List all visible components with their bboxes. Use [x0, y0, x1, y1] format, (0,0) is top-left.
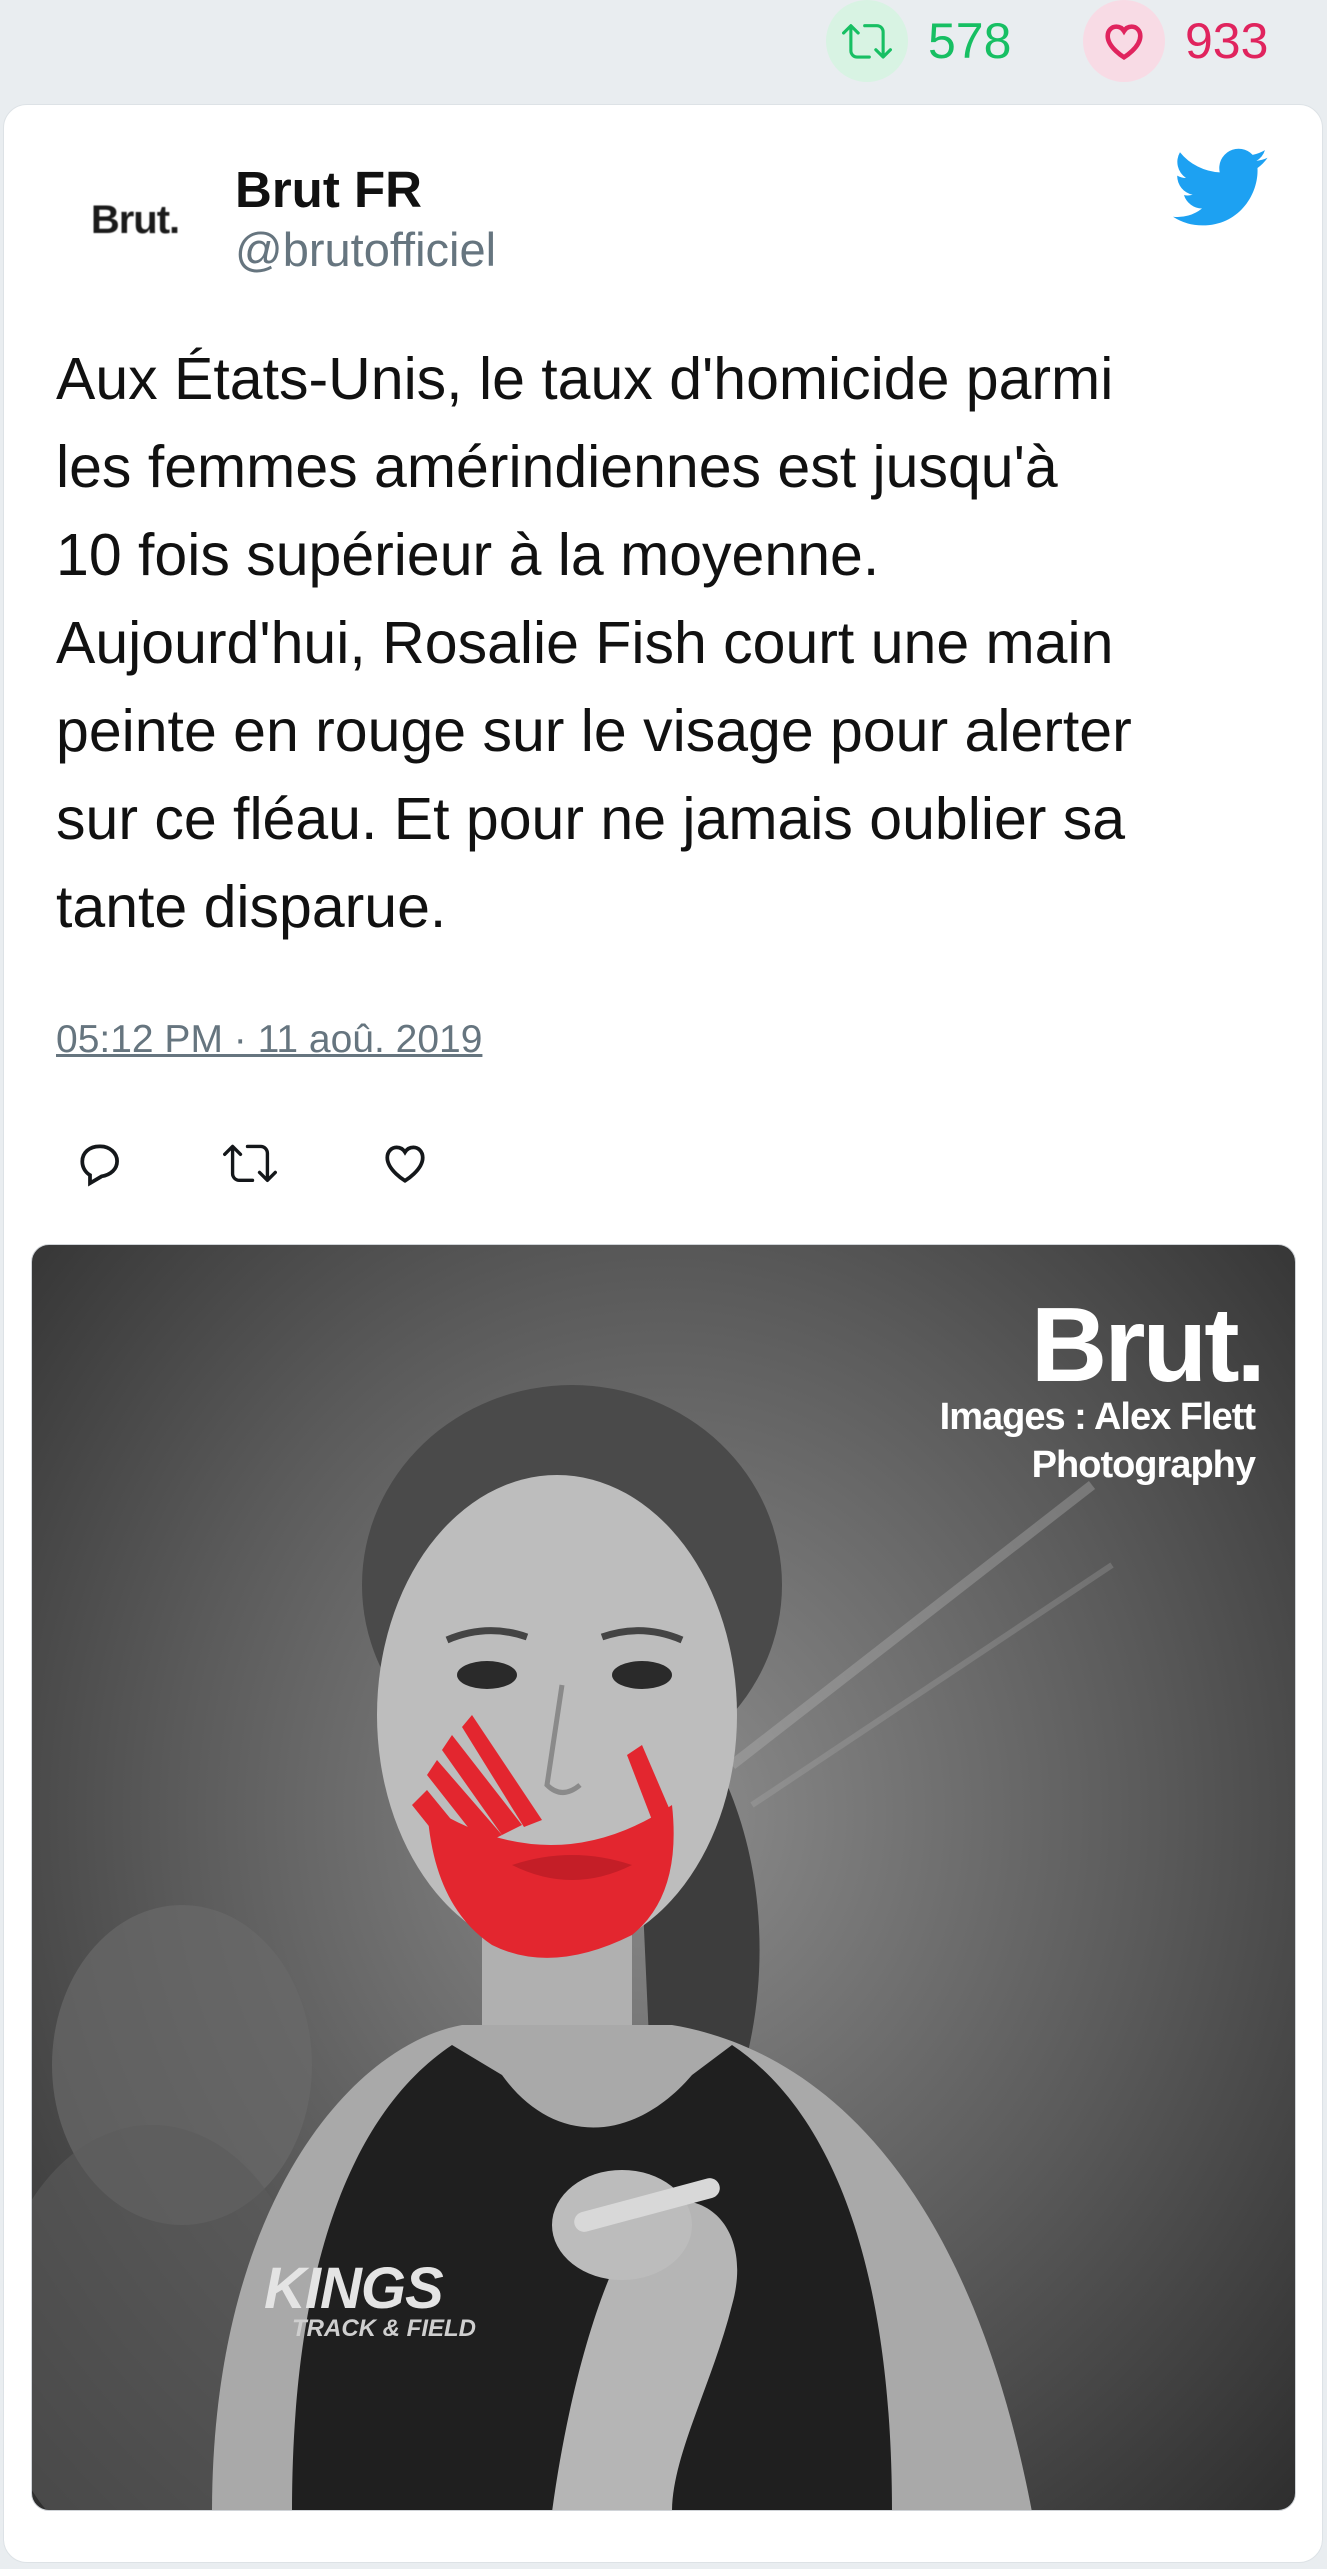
- author-handle[interactable]: @brutofficiel: [235, 222, 496, 277]
- tweet-stats-bar: 578 933: [0, 0, 1327, 95]
- reply-button[interactable]: [70, 1135, 130, 1195]
- tweet-media-photo[interactable]: Brut. Images : Alex Flett Photography KI…: [31, 1244, 1296, 2511]
- avatar[interactable]: Brut.: [70, 185, 200, 255]
- heart-icon: [380, 1138, 430, 1193]
- reply-icon: [75, 1138, 125, 1193]
- retweet-stat[interactable]: 578: [826, 0, 1011, 82]
- retweet-icon: [223, 1136, 277, 1195]
- like-count: 933: [1185, 13, 1269, 69]
- like-stat[interactable]: 933: [1083, 0, 1268, 82]
- avatar-logo-text: Brut.: [90, 197, 180, 242]
- retweet-count: 578: [928, 13, 1012, 69]
- heart-icon: [1083, 0, 1165, 82]
- retweet-button[interactable]: [220, 1135, 280, 1195]
- shirt-print-text: KINGS: [264, 2256, 444, 2321]
- like-button[interactable]: [375, 1135, 435, 1195]
- author-name[interactable]: Brut FR: [235, 160, 422, 219]
- media-photo-credit: Images : Alex Flett Photography: [939, 1396, 1256, 1486]
- retweet-icon: [826, 0, 908, 82]
- shirt-print-subtext: TRACK & FIELD: [292, 2315, 476, 2342]
- media-brand-logo: Brut.: [1030, 1286, 1266, 1404]
- tweet-timestamp[interactable]: 05:12 PM · 11 aoû. 2019: [56, 1018, 482, 1062]
- twitter-bird-icon[interactable]: [1173, 146, 1269, 226]
- tweet-text: Aux États-Unis, le taux d'homicide parmi…: [56, 346, 1132, 940]
